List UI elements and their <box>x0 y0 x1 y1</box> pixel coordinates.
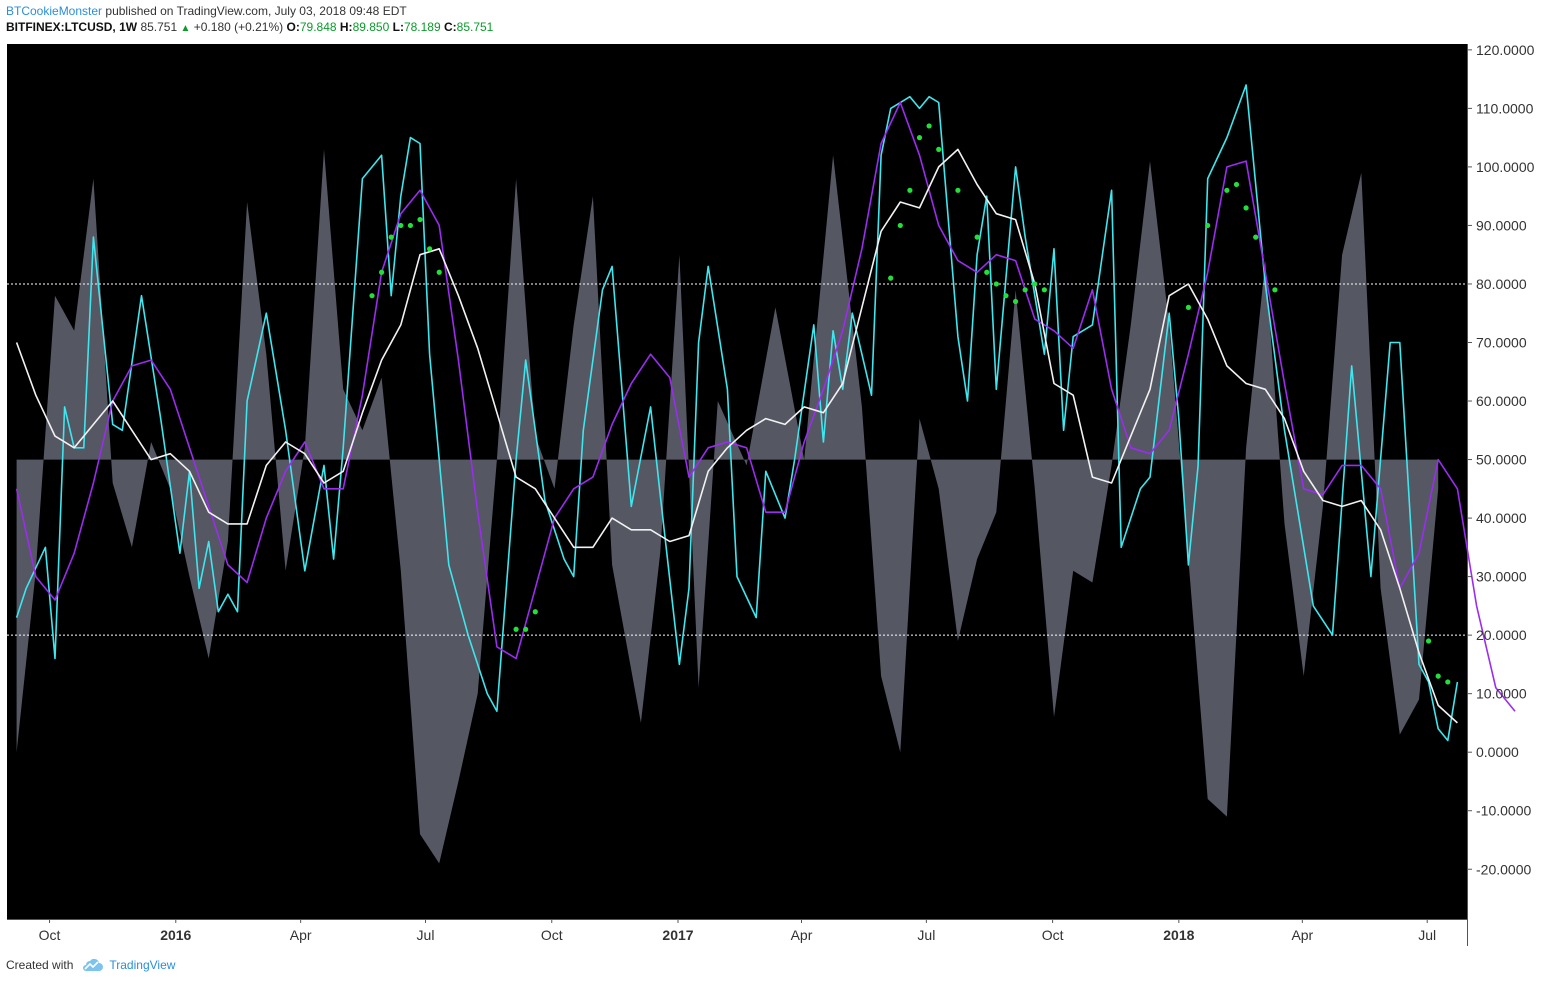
tradingview-brand[interactable]: TradingView <box>81 958 175 972</box>
signal-dot <box>1435 673 1441 679</box>
signal-dot <box>369 293 375 299</box>
signal-dot <box>388 234 394 240</box>
y-tick-label: 10.0000 <box>1476 686 1527 702</box>
y-tick-label: 0.0000 <box>1476 744 1519 760</box>
signal-dot <box>1253 234 1259 240</box>
y-tick-label: 80.0000 <box>1476 276 1527 292</box>
signal-dot <box>427 246 433 252</box>
signal-dot <box>1032 281 1038 287</box>
y-tick-label: 30.0000 <box>1476 569 1527 585</box>
created-with-text: Created with <box>6 958 74 972</box>
x-tick-label: Oct <box>541 927 563 943</box>
x-tick-label: 2017 <box>662 927 693 943</box>
x-tick-label: Apr <box>791 927 813 943</box>
y-tick-label: 70.0000 <box>1476 334 1527 350</box>
y-tick-label: 100.0000 <box>1476 159 1535 175</box>
time-axis[interactable] <box>7 919 1467 946</box>
x-tick-label: Apr <box>1291 927 1313 943</box>
signal-dot <box>1233 181 1240 188</box>
cloud-icon <box>83 958 104 971</box>
signal-dot <box>984 269 990 275</box>
signal-dot <box>1185 304 1192 310</box>
signal-dot <box>1445 679 1451 685</box>
y-tick-label: 110.0000 <box>1476 100 1534 116</box>
x-tick-label: 2018 <box>1163 927 1194 943</box>
x-tick-label: Oct <box>39 927 61 943</box>
y-tick-label: -20.0000 <box>1476 861 1531 877</box>
signal-dot <box>532 609 538 615</box>
y-tick-label: 40.0000 <box>1476 510 1527 526</box>
signal-dot <box>993 281 999 287</box>
signal-dot <box>926 123 932 129</box>
signal-dot <box>436 269 442 275</box>
signal-dot <box>936 146 942 152</box>
signal-dot <box>1041 287 1047 293</box>
signal-dot <box>1205 222 1211 229</box>
signal-dot <box>1272 287 1278 293</box>
indicator-chart[interactable]: 120.0000 110.0000 100.0000 90.0000 80.0000 70… <box>0 0 1555 983</box>
signal-dot <box>1243 205 1249 211</box>
x-tick-label: Apr <box>290 927 312 943</box>
signal-dot <box>974 234 980 240</box>
price-axis[interactable] <box>1467 44 1548 919</box>
y-tick-label: 90.0000 <box>1476 217 1527 233</box>
y-tick-label: 50.0000 <box>1476 452 1527 468</box>
x-tick-label: Jul <box>917 927 935 943</box>
x-tick-label: Jul <box>417 927 435 943</box>
x-tick-label: Jul <box>1418 927 1436 943</box>
signal-dot <box>1012 298 1019 305</box>
signal-dot <box>1425 638 1432 644</box>
signal-dot <box>398 222 404 229</box>
signal-dot <box>1003 293 1009 299</box>
signal-dot <box>897 222 903 229</box>
signal-dot <box>916 135 923 141</box>
x-tick-label: 2016 <box>160 927 191 943</box>
y-tick-label: -10.0000 <box>1476 803 1531 819</box>
signal-dot <box>907 187 913 193</box>
signal-dot <box>955 187 961 193</box>
chart-area[interactable]: 120.0000 110.0000 100.0000 90.0000 80.0000 70… <box>0 0 1555 983</box>
signal-dot <box>379 269 385 275</box>
y-tick-label: 120.0000 <box>1476 42 1535 58</box>
x-tick-label: Oct <box>1042 927 1064 943</box>
signal-dot <box>513 626 519 632</box>
signal-dot <box>407 222 414 229</box>
signal-dot <box>523 626 529 632</box>
tradingview-link[interactable]: TradingView <box>109 958 175 972</box>
signal-dot <box>1224 187 1230 193</box>
y-tick-label: 20.0000 <box>1476 627 1527 643</box>
signal-dot <box>1022 287 1028 293</box>
signal-dot <box>417 216 423 223</box>
signal-dot <box>888 275 894 281</box>
y-tick-label: 60.0000 <box>1476 393 1527 409</box>
footer: Created with TradingView <box>6 958 175 972</box>
